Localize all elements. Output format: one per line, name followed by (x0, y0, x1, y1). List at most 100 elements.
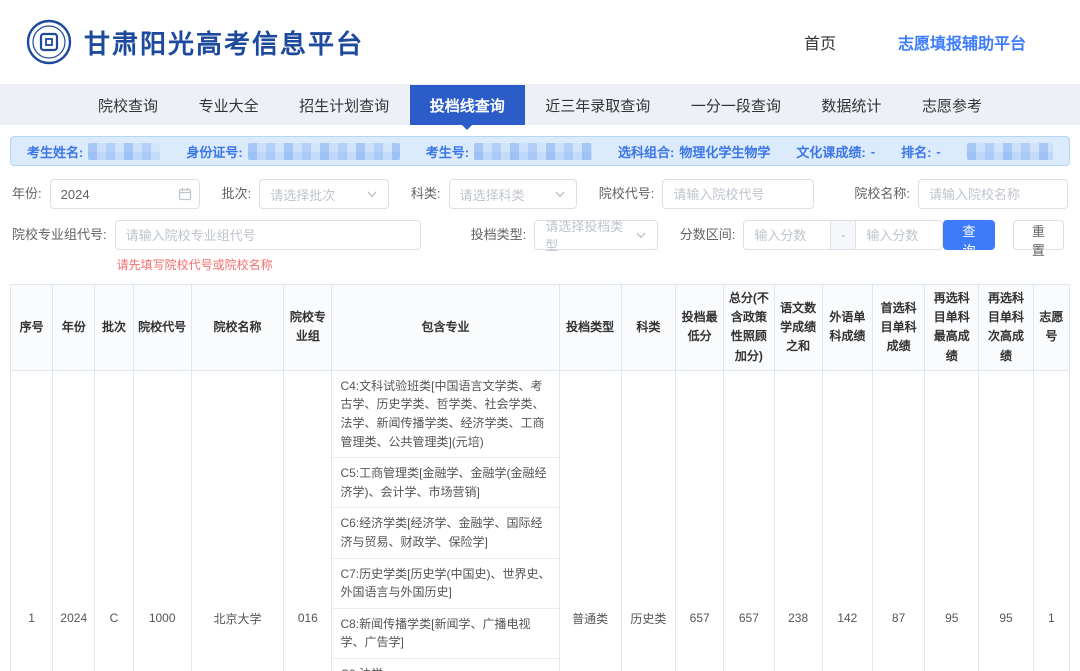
col-year: 年份 (53, 285, 95, 371)
score-range-label: 分数区间: (680, 220, 736, 250)
tab-volunteer-reference[interactable]: 志愿参考 (902, 85, 1002, 125)
chevron-down-icon (554, 188, 566, 200)
site-logo-icon (26, 19, 72, 65)
cell-min-score: 657 (676, 370, 724, 671)
group-code-hint: 请先填写院校代号或院校名称 (115, 256, 421, 273)
page: 甘肃阳光高考信息平台 首页 志愿填报辅助平台 院校查询 专业大全 招生计划查询 … (0, 0, 1080, 671)
home-link[interactable]: 首页 (804, 30, 836, 54)
group-code-input[interactable] (115, 220, 421, 250)
student-id-item: 身份证号: (186, 142, 399, 161)
student-id-label: 身份证号: (186, 142, 242, 161)
cell-total-score: 657 (724, 370, 774, 671)
chevron-down-icon (366, 188, 378, 200)
subject-combo-label: 选科组合: (618, 142, 674, 161)
group-code-label: 院校专业组代号: (12, 220, 107, 250)
table-header-row: 序号 年份 批次 院校代号 院校名称 院校专业组 包含专业 投档类型 科类 投档… (11, 285, 1070, 371)
rank-item: 排名: - (901, 142, 941, 161)
volunteer-assist-link[interactable]: 志愿填报辅助平台 (898, 30, 1026, 54)
year-label: 年份: (12, 179, 42, 209)
tab-major-encyclopedia[interactable]: 专业大全 (179, 85, 279, 125)
col-reselect-second: 再选科目单科次高成绩 (979, 285, 1033, 371)
college-name-label: 院校名称: (854, 179, 910, 209)
batch-placeholder: 请选择批次 (270, 185, 335, 204)
tab-enrollment-plan-query[interactable]: 招生计划查询 (279, 85, 409, 125)
student-name-redacted (88, 143, 160, 160)
student-name-label: 考生姓名: (27, 142, 83, 161)
subject-type-label: 科类: (411, 179, 441, 209)
col-total-score: 总分(不含政策性照顾加分) (724, 285, 774, 371)
major-item: C7:历史学类[历史学(中国史)、世界史、外国语言与外国历史] (332, 559, 558, 609)
col-major-group: 院校专业组 (284, 285, 332, 371)
cell-year: 2024 (53, 370, 95, 671)
col-batch: 批次 (95, 285, 133, 371)
college-code-label: 院校代号: (599, 179, 655, 209)
score-min-input[interactable] (743, 220, 831, 250)
score-max-input[interactable] (855, 220, 943, 250)
score-range-separator: - (831, 220, 855, 250)
student-exam-no-redacted (474, 143, 592, 160)
col-cn-math-sum: 语文数学成绩之和 (774, 285, 822, 371)
right-redacted-block (967, 143, 1053, 160)
site-header: 甘肃阳光高考信息平台 首页 志愿填报辅助平台 (0, 0, 1080, 85)
cell-cn-math-sum: 238 (774, 370, 822, 671)
tab-score-segment-query[interactable]: 一分一段查询 (671, 85, 801, 125)
cell-reselect-second: 95 (979, 370, 1033, 671)
query-button[interactable]: 查询 (943, 220, 994, 250)
rank-value: - (936, 144, 940, 159)
cell-admission-type: 普通类 (559, 370, 621, 671)
cell-reselect-max: 95 (925, 370, 979, 671)
chevron-down-icon (635, 229, 647, 241)
cell-subject-type: 历史类 (621, 370, 675, 671)
batch-label: 批次: (222, 179, 252, 209)
college-code-input[interactable] (662, 179, 814, 209)
main-nav: 院校查询 专业大全 招生计划查询 投档线查询 近三年录取查询 一分一段查询 数据… (0, 85, 1080, 125)
admission-type-select[interactable]: 请选择投档类型 (534, 220, 658, 250)
col-seq: 序号 (11, 285, 53, 371)
rank-label: 排名: (901, 142, 931, 161)
cell-first-subject: 87 (872, 370, 924, 671)
col-min-score: 投档最低分 (676, 285, 724, 371)
cell-batch: C (95, 370, 133, 671)
batch-select[interactable]: 请选择批次 (259, 179, 389, 209)
student-name-item: 考生姓名: (27, 142, 160, 161)
results-table: 序号 年份 批次 院校代号 院校名称 院校专业组 包含专业 投档类型 科类 投档… (10, 284, 1070, 671)
major-item: C6:经济学类[经济学、金融学、国际经济与贸易、财政学、保险学] (332, 508, 558, 558)
subject-combo-value: 物理化学生物学 (679, 142, 770, 161)
cell-college-code: 1000 (133, 370, 191, 671)
cell-foreign-lang: 142 (822, 370, 872, 671)
col-first-subject: 首选科目单科成绩 (872, 285, 924, 371)
subject-type-select[interactable]: 请选择科类 (449, 179, 577, 209)
student-id-redacted (248, 143, 400, 160)
header-links: 首页 志愿填报辅助平台 (804, 30, 1054, 54)
admission-type-placeholder: 请选择投档类型 (545, 216, 629, 254)
cell-seq: 1 (11, 370, 53, 671)
tab-data-statistics[interactable]: 数据统计 (801, 85, 901, 125)
col-admission-type: 投档类型 (559, 285, 621, 371)
cell-major-group: 016 (284, 370, 332, 671)
results-table-wrap: 序号 年份 批次 院校代号 院校名称 院校专业组 包含专业 投档类型 科类 投档… (10, 284, 1070, 671)
tab-college-query[interactable]: 院校查询 (78, 85, 178, 125)
major-item: C9:法学 (332, 659, 558, 671)
col-college-code: 院校代号 (133, 285, 191, 371)
site-title: 甘肃阳光高考信息平台 (84, 24, 364, 61)
filter-row-1: 年份: 批次: 请选择批次 科类: 请选择科类 (12, 179, 1068, 209)
col-majors: 包含专业 (332, 285, 559, 371)
admission-type-label: 投档类型: (471, 220, 527, 250)
cell-college-name: 北京大学 (191, 370, 283, 671)
filter-panel: 年份: 批次: 请选择批次 科类: 请选择科类 (0, 166, 1080, 273)
culture-score-value: - (871, 144, 875, 159)
cell-majors: C4:文科试验班类[中国语言文学类、考古学、历史学类、哲学类、社会学类、法学、新… (332, 370, 559, 671)
reset-button[interactable]: 重置 (1013, 220, 1064, 250)
table-row: 1 2024 C 1000 北京大学 016 C4:文科试验班类[中国语言文学类… (11, 370, 1070, 671)
col-foreign-lang: 外语单科成绩 (822, 285, 872, 371)
calendar-icon[interactable] (178, 187, 192, 201)
tab-three-year-admission-query[interactable]: 近三年录取查询 (525, 85, 670, 125)
major-item: C5:工商管理类[金融学、金融学(金融经济学)、会计学、市场营销] (332, 458, 558, 508)
college-name-input[interactable] (918, 179, 1068, 209)
col-volunteer-no: 志愿号 (1033, 285, 1069, 371)
subject-type-placeholder: 请选择科类 (460, 185, 525, 204)
subject-combo-item: 选科组合: 物理化学生物学 (618, 142, 770, 161)
cell-volunteer-no: 1 (1033, 370, 1069, 671)
filter-row-2: 院校专业组代号: 请先填写院校代号或院校名称 投档类型: 请选择投档类型 分数区… (12, 220, 1068, 273)
tab-admission-line-query[interactable]: 投档线查询 (410, 85, 525, 125)
